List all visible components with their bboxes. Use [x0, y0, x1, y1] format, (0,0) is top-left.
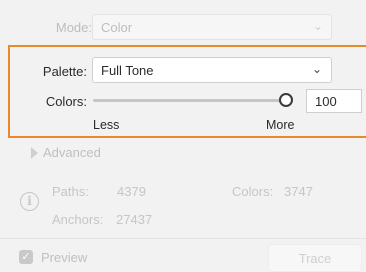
- mode-select-value: Color: [101, 20, 133, 35]
- paths-label: Paths:: [52, 184, 89, 199]
- palette-select-value: Full Tone: [101, 63, 154, 78]
- chevron-down-icon: ⌄: [312, 19, 323, 33]
- mode-label: Mode:: [55, 20, 92, 35]
- disclosure-triangle-icon[interactable]: [31, 147, 38, 159]
- slider-less-label: Less: [93, 118, 120, 132]
- info-icon: i: [20, 192, 39, 211]
- colors-count-label: Colors:: [232, 184, 274, 199]
- chevron-down-icon: ⌄: [311, 62, 322, 76]
- trace-button[interactable]: Trace: [268, 244, 362, 272]
- palette-label: Palette:: [42, 64, 87, 79]
- anchors-value: 27437: [116, 212, 153, 227]
- slider-more-label: More: [266, 118, 295, 132]
- colors-value-input[interactable]: [306, 89, 362, 113]
- preview-checkbox[interactable]: ✓: [19, 250, 33, 264]
- colors-count-value: 3747: [284, 184, 313, 199]
- mode-select[interactable]: Color ⌄: [92, 14, 332, 40]
- anchors-label: Anchors:: [52, 212, 104, 227]
- preview-label[interactable]: Preview: [41, 250, 87, 265]
- colors-label: Colors:: [45, 94, 87, 109]
- checkbox-check-icon: ✓: [21, 251, 31, 263]
- palette-select[interactable]: Full Tone ⌄: [92, 57, 332, 83]
- advanced-toggle[interactable]: Advanced: [43, 145, 101, 160]
- paths-value: 4379: [117, 184, 146, 199]
- colors-slider-thumb[interactable]: [279, 93, 293, 107]
- colors-slider-track[interactable]: [93, 99, 286, 102]
- divider: [0, 238, 366, 239]
